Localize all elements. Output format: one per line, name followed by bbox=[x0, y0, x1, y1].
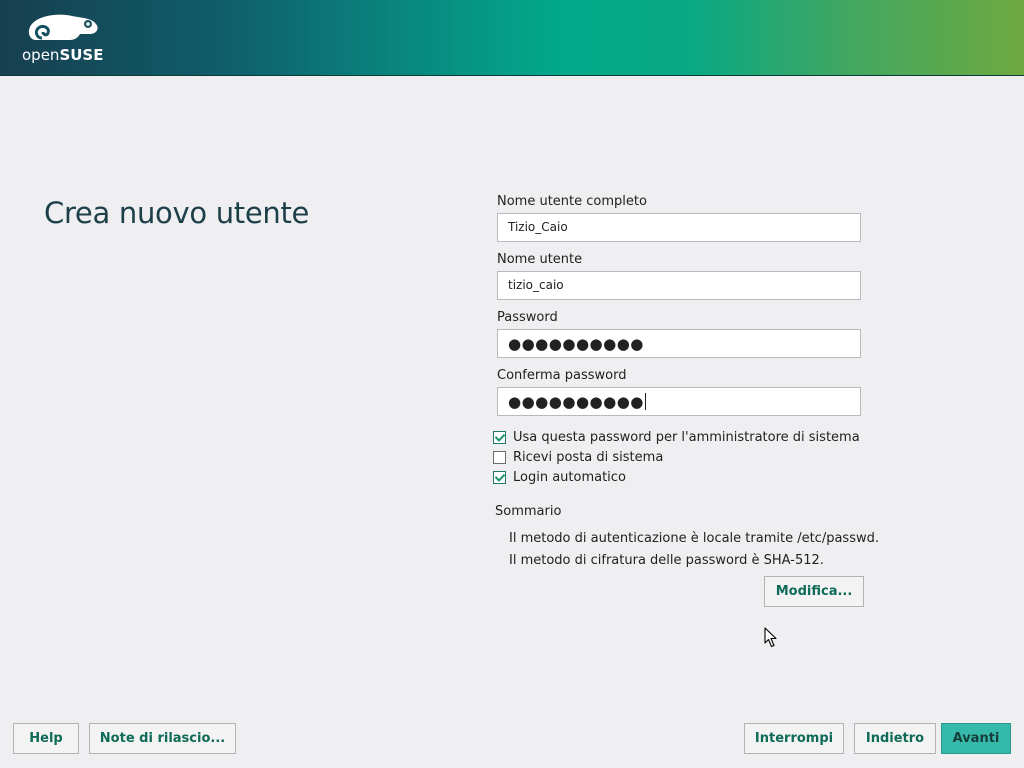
password-label: Password bbox=[497, 310, 558, 325]
confirm-password-masked-value: ●●●●●●●●●● bbox=[508, 393, 646, 411]
abort-button[interactable]: Interrompi bbox=[744, 723, 844, 754]
summary-encryption-method: Il metodo di cifratura delle password è … bbox=[509, 553, 824, 568]
opensuse-logo: openSUSE bbox=[22, 10, 106, 66]
automatic-login-option[interactable]: Login automatico bbox=[493, 468, 626, 486]
page-title: Crea nuovo utente bbox=[44, 196, 310, 230]
use-password-for-admin-label: Usa questa password per l'amministratore… bbox=[513, 429, 860, 445]
full-name-input[interactable] bbox=[497, 213, 861, 242]
summary-heading: Sommario bbox=[495, 504, 562, 519]
username-input[interactable] bbox=[497, 271, 861, 300]
help-button[interactable]: Help bbox=[13, 723, 79, 754]
mouse-pointer-icon bbox=[764, 627, 777, 648]
automatic-login-label: Login automatico bbox=[513, 469, 626, 485]
summary-auth-method: Il metodo di autenticazione è locale tra… bbox=[509, 531, 879, 546]
receive-system-mail-option[interactable]: Ricevi posta di sistema bbox=[493, 448, 663, 466]
full-name-label: Nome utente completo bbox=[497, 194, 647, 209]
back-button[interactable]: Indietro bbox=[854, 723, 936, 754]
use-password-for-admin-option[interactable]: Usa questa password per l'amministratore… bbox=[493, 428, 860, 446]
checkbox-checked-icon[interactable] bbox=[493, 430, 506, 444]
checkbox-unchecked-icon[interactable] bbox=[493, 450, 506, 464]
text-caret bbox=[644, 393, 646, 410]
confirm-password-label: Conferma password bbox=[497, 368, 627, 383]
receive-system-mail-label: Ricevi posta di sistema bbox=[513, 449, 664, 465]
header-banner: openSUSE bbox=[0, 0, 1024, 76]
chameleon-icon bbox=[28, 14, 98, 40]
logo-wordmark: openSUSE bbox=[22, 46, 104, 64]
modify-button[interactable]: Modifica... bbox=[764, 576, 864, 607]
checkbox-checked-icon[interactable] bbox=[493, 470, 506, 484]
password-masked-value: ●●●●●●●●●● bbox=[508, 335, 644, 353]
release-notes-button[interactable]: Note di rilascio... bbox=[89, 723, 236, 754]
username-label: Nome utente bbox=[497, 252, 583, 267]
next-button[interactable]: Avanti bbox=[941, 723, 1011, 754]
